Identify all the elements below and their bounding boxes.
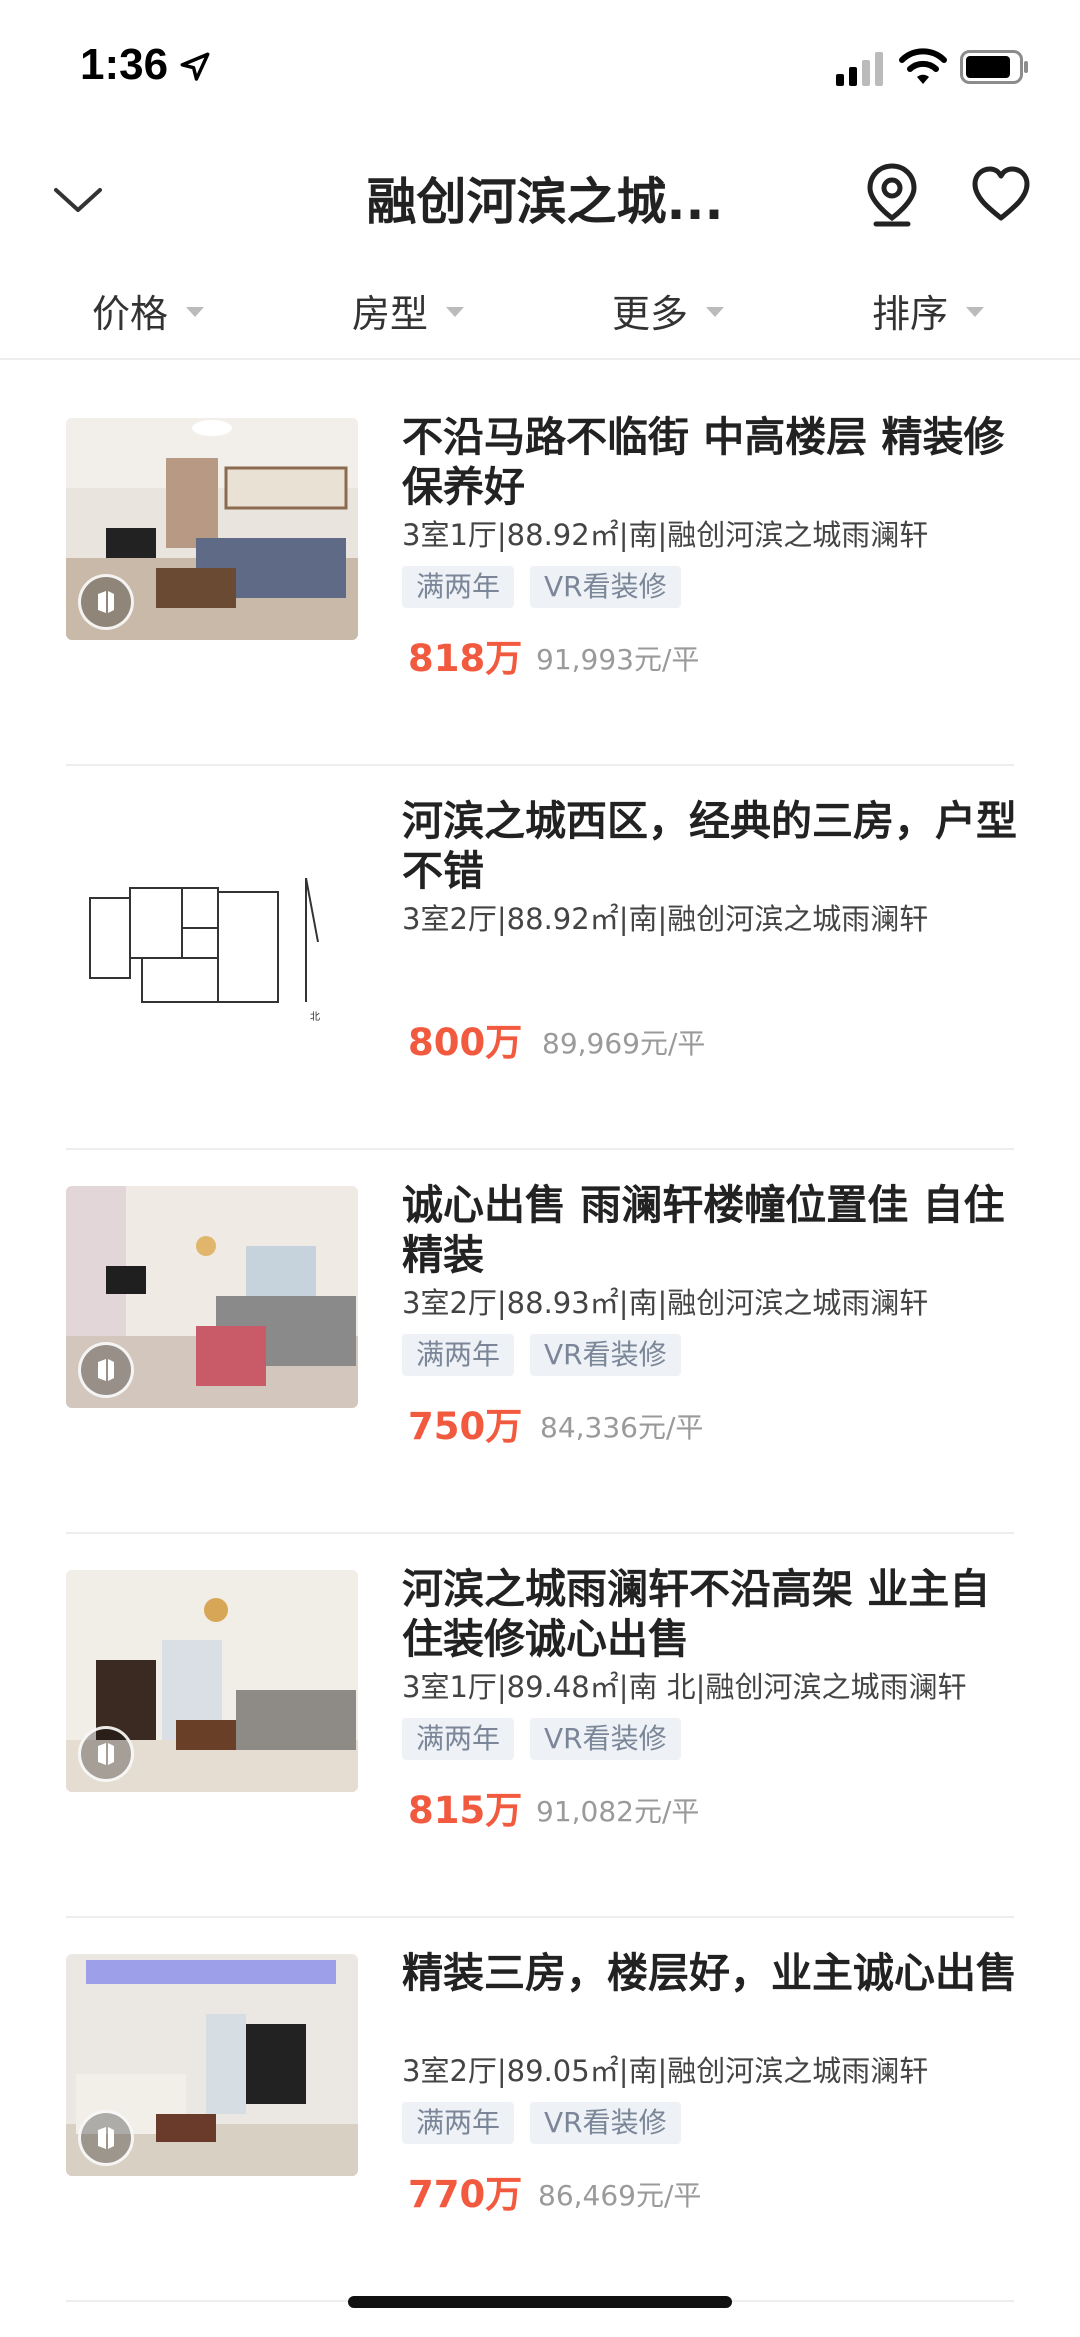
listing-price: 818万 — [408, 637, 523, 680]
listing-item[interactable]: 诚心出售 雨澜轩楼幢位置佳 自住精装 3室2厅|88.93㎡|南|融创河滨之城雨… — [66, 1150, 1014, 1534]
listing-price: 750万 — [408, 1405, 523, 1448]
listing-meta: 3室1厅|88.92㎡|南|融创河滨之城雨澜轩 — [402, 518, 929, 552]
listing-photo — [66, 418, 358, 640]
tag: 满两年 — [402, 566, 515, 608]
vr-icon[interactable] — [78, 574, 134, 630]
wifi-icon — [899, 48, 947, 84]
listing-title: 河滨之城雨澜轩不沿高架 业主自住装修诚心出售 — [402, 1565, 991, 1663]
filter-price[interactable]: 价格 — [92, 280, 205, 340]
filter-label: 房型 — [352, 291, 429, 336]
home-indicator[interactable] — [348, 2296, 732, 2308]
heart-icon[interactable] — [970, 164, 1032, 226]
location-arrow-icon — [180, 52, 210, 81]
filter-layout[interactable]: 房型 — [352, 280, 465, 340]
floor-plan-image: 北 — [66, 802, 358, 1024]
svg-text:北: 北 — [310, 1011, 320, 1023]
listing-photo — [66, 1954, 358, 2176]
listing-meta: 3室1厅|89.48㎡|南 北|融创河滨之城雨澜轩 — [402, 1670, 967, 1704]
caret-down-icon — [446, 307, 465, 317]
tag: 满两年 — [402, 1718, 515, 1760]
filter-label: 更多 — [612, 291, 689, 336]
tag: 满两年 — [402, 2102, 515, 2144]
listing-unit-price: 86,469元/平 — [538, 2179, 702, 2212]
listing-price: 800万 — [408, 1021, 523, 1064]
listing-unit-price: 91,082元/平 — [536, 1795, 700, 1828]
tag-list: 满两年 VR看装修 — [402, 566, 681, 608]
listing-meta: 3室2厅|88.92㎡|南|融创河滨之城雨澜轩 — [402, 902, 929, 936]
caret-down-icon — [186, 307, 205, 317]
vr-icon[interactable] — [78, 1342, 134, 1398]
tag: VR看装修 — [530, 1718, 681, 1760]
listing-photo — [66, 1570, 358, 1792]
listing-item[interactable]: 不沿马路不临街 中高楼层 精装修保养好 3室1厅|88.92㎡|南|融创河滨之城… — [66, 382, 1014, 766]
listing-photo — [66, 1186, 358, 1408]
tag-list: 满两年 VR看装修 — [402, 2102, 681, 2144]
listing-meta: 3室2厅|88.93㎡|南|融创河滨之城雨澜轩 — [402, 1286, 929, 1320]
listing-price: 815万 — [408, 1789, 523, 1832]
filter-more[interactable]: 更多 — [612, 280, 725, 340]
listing-unit-price: 91,993元/平 — [536, 643, 700, 676]
tag-list: 满两年 VR看装修 — [402, 1334, 681, 1376]
filter-label: 价格 — [92, 291, 169, 336]
listing-unit-price: 89,969元/平 — [542, 1027, 706, 1060]
tag: VR看装修 — [530, 2102, 681, 2144]
listing-title: 精装三房，楼层好，业主诚心出售 — [402, 1949, 1017, 1997]
listing-title: 不沿马路不临街 中高楼层 精装修保养好 — [402, 413, 1005, 511]
listing-item[interactable]: 河滨之城雨澜轩不沿高架 业主自住装修诚心出售 3室1厅|89.48㎡|南 北|融… — [66, 1534, 1014, 1918]
status-time: 1:36 — [80, 40, 169, 89]
caret-down-icon — [706, 307, 725, 317]
listing-title: 河滨之城西区，经典的三房，户型不错 — [402, 797, 1017, 895]
listing-item[interactable]: 精装三房，楼层好，业主诚心出售 3室2厅|89.05㎡|南|融创河滨之城雨澜轩 … — [66, 1918, 1017, 2302]
filter-label: 排序 — [872, 291, 949, 336]
vr-icon[interactable] — [78, 2110, 134, 2166]
caret-down-icon — [966, 307, 985, 317]
nav-header: 融创河滨之城... — [0, 150, 1080, 260]
tag: 满两年 — [402, 1334, 515, 1376]
map-pin-icon[interactable] — [862, 160, 922, 230]
listing-title: 诚心出售 雨澜轩楼幢位置佳 自住精装 — [402, 1181, 1005, 1279]
filter-sort[interactable]: 排序 — [872, 280, 985, 340]
tag: VR看装修 — [530, 1334, 681, 1376]
cellular-signal-icon — [836, 52, 883, 86]
listing-item[interactable]: 北 河滨之城西区，经典的三房，户型不错 3室2厅|88.92㎡|南|融创河滨之城… — [66, 766, 1017, 1150]
tag: VR看装修 — [530, 566, 681, 608]
tag-list: 满两年 VR看装修 — [402, 1718, 681, 1760]
battery-icon — [960, 50, 1028, 84]
status-bar: 1:36 — [0, 0, 1080, 130]
filter-bar: 价格 房型 更多 排序 — [0, 268, 1080, 360]
listing-meta: 3室2厅|89.05㎡|南|融创河滨之城雨澜轩 — [402, 2054, 929, 2088]
listing-unit-price: 84,336元/平 — [540, 1411, 704, 1444]
listing-price: 770万 — [408, 2173, 523, 2216]
vr-icon[interactable] — [78, 1726, 134, 1782]
